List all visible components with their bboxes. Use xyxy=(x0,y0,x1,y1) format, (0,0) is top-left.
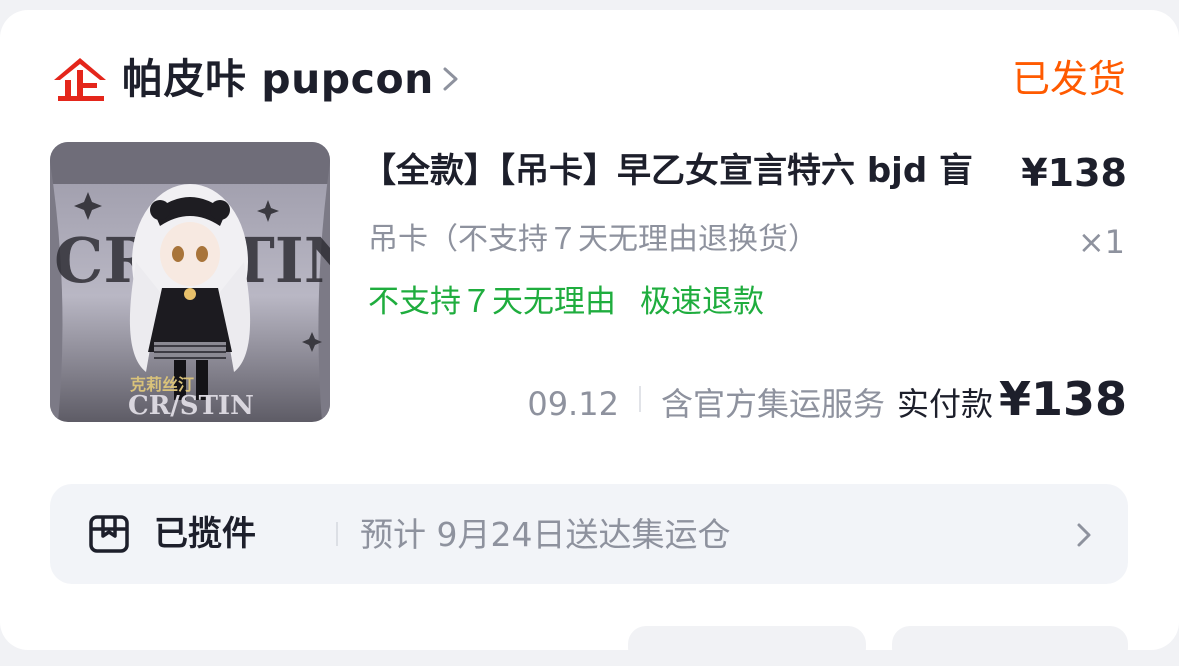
service-label: 含官方集运服务 xyxy=(660,385,885,423)
chevron-right-icon[interactable] xyxy=(1076,522,1092,548)
shop-logo-icon xyxy=(52,56,108,102)
tag-no-return: 不支持７天无理由 xyxy=(368,284,616,320)
tag-fast-refund: 极速退款 xyxy=(640,284,764,320)
product-sku: 吊卡（不支持７天无理由退换货） xyxy=(368,222,818,257)
logistics-bar[interactable]: 已揽件 预计 9月24日送达集运仓 xyxy=(50,484,1128,584)
shop-name[interactable]: 帕皮咔 pupcon xyxy=(122,54,434,104)
package-box-icon xyxy=(88,514,130,554)
brand-bottom-text: CR/STIN xyxy=(128,391,254,421)
action-button[interactable] xyxy=(892,626,1128,666)
product-quantity: ×1 xyxy=(1077,223,1125,261)
product-image[interactable]: CRISTIN 克莉丝汀 CR/STIN xyxy=(50,142,330,422)
divider xyxy=(336,522,338,546)
service-tags: 不支持７天无理由 极速退款 xyxy=(368,280,764,324)
divider xyxy=(638,386,641,412)
logistics-state: 已揽件 xyxy=(154,514,256,554)
logistics-eta: 预计 9月24日送达集运仓 xyxy=(360,515,731,554)
paid-amount: ¥138 xyxy=(998,372,1127,426)
order-status: 已发货 xyxy=(1011,57,1126,101)
product-title[interactable]: 【全款】【吊卡】早乙女宣言特六 bjd 盲 xyxy=(362,146,973,196)
paid-label: 实付款 xyxy=(896,385,993,423)
order-summary: 09.12 含官方集运服务 实付款 ¥138 xyxy=(527,372,1127,426)
product-price: ¥138 xyxy=(1021,151,1127,195)
order-date: 09.12 xyxy=(527,385,619,423)
chevron-right-icon[interactable] xyxy=(441,66,461,92)
action-button[interactable] xyxy=(628,626,866,666)
order-card[interactable]: 帕皮咔 pupcon 已发货 CRISTIN xyxy=(0,10,1179,666)
